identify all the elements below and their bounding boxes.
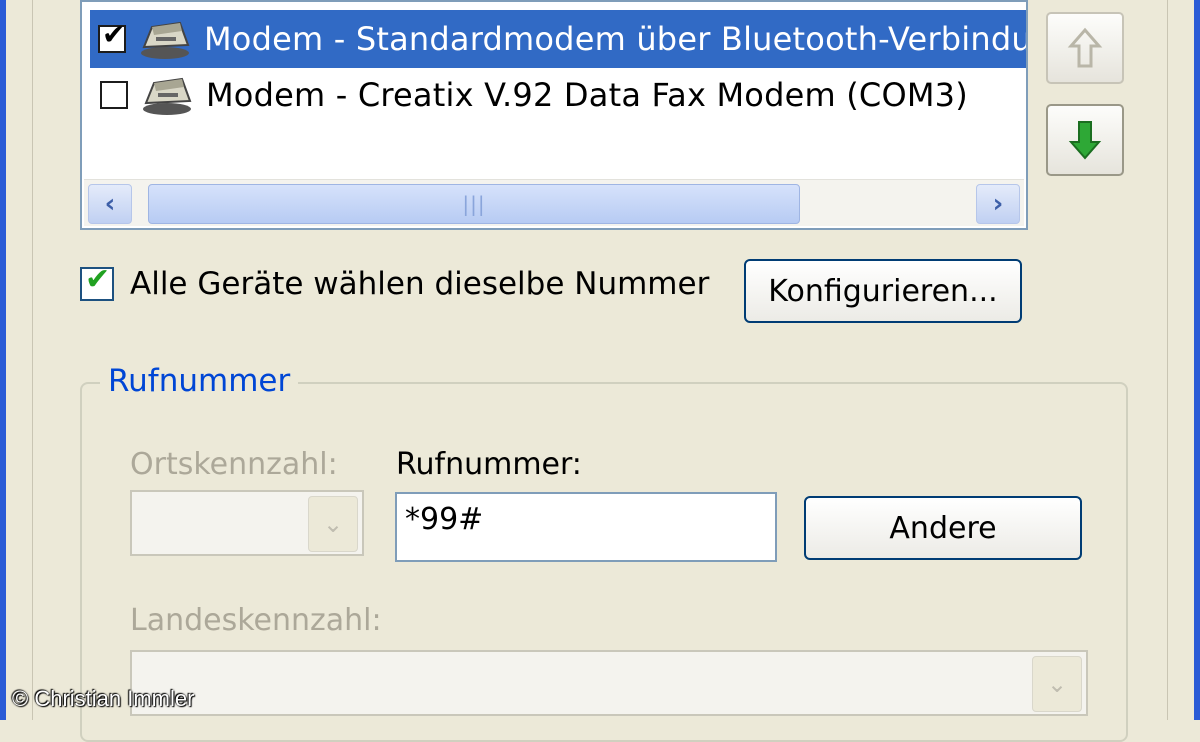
list-item-creatix-modem[interactable]: Modem - Creatix V.92 Data Fax Modem (COM… bbox=[92, 66, 1026, 124]
other-button[interactable]: Andere bbox=[804, 496, 1082, 560]
phone-number-label: Rufnummer: bbox=[396, 447, 582, 482]
all-devices-checkbox[interactable]: ✔ bbox=[80, 262, 114, 301]
chevron-right-icon: › bbox=[992, 189, 1004, 219]
scroll-right-button[interactable]: › bbox=[976, 184, 1020, 224]
move-down-button[interactable] bbox=[1046, 104, 1124, 176]
phone-number-input[interactable]: *99# bbox=[395, 492, 777, 562]
arrow-up-icon bbox=[1067, 27, 1103, 68]
area-code-select[interactable]: ⌄ bbox=[130, 490, 364, 556]
device-checkbox-creatix-modem[interactable] bbox=[100, 81, 128, 109]
country-code-select[interactable]: ⌄ bbox=[130, 650, 1088, 716]
all-devices-same-number-option[interactable]: ✔ Alle Geräte wählen dieselbe Nummer bbox=[80, 262, 710, 302]
grip-icon: ||| bbox=[462, 192, 486, 216]
all-devices-label: Alle Geräte wählen dieselbe Nummer bbox=[130, 266, 710, 302]
scroll-thumb[interactable]: ||| bbox=[148, 184, 800, 224]
window-frame-right bbox=[1194, 0, 1200, 720]
chevron-down-icon[interactable]: ⌄ bbox=[308, 496, 358, 552]
move-up-button[interactable] bbox=[1046, 12, 1124, 84]
chevron-down-icon[interactable]: ⌄ bbox=[1032, 656, 1082, 712]
photo-credit: © Christian Immler bbox=[12, 686, 195, 711]
horizontal-scrollbar[interactable]: ‹ ||| › bbox=[84, 179, 1024, 226]
device-checkbox-bluetooth-modem[interactable]: ✔ bbox=[98, 21, 126, 53]
device-label: Modem - Creatix V.92 Data Fax Modem (COM… bbox=[206, 76, 968, 114]
group-title: Rufnummer bbox=[100, 363, 299, 399]
modem-icon bbox=[143, 77, 192, 115]
window-border-right bbox=[1167, 0, 1194, 720]
device-list[interactable]: ✔ Modem - Standardmodem über Bluetooth-V… bbox=[80, 0, 1028, 230]
area-code-label: Ortskennzahl: bbox=[130, 447, 338, 482]
configure-button[interactable]: Konfigurieren... bbox=[744, 259, 1022, 323]
arrow-down-icon bbox=[1068, 121, 1102, 160]
modem-icon bbox=[141, 21, 190, 59]
country-code-label: Landeskennzahl: bbox=[130, 603, 382, 638]
device-label: Modem - Standardmodem über Bluetooth-Ver… bbox=[204, 20, 1026, 58]
chevron-left-icon: ‹ bbox=[104, 189, 116, 219]
scroll-left-button[interactable]: ‹ bbox=[88, 184, 132, 224]
list-item-bluetooth-modem[interactable]: ✔ Modem - Standardmodem über Bluetooth-V… bbox=[90, 10, 1026, 68]
window-border-left bbox=[6, 0, 33, 720]
checkmark-icon: ✔ bbox=[102, 18, 126, 51]
checkmark-icon: ✔ bbox=[85, 262, 111, 297]
